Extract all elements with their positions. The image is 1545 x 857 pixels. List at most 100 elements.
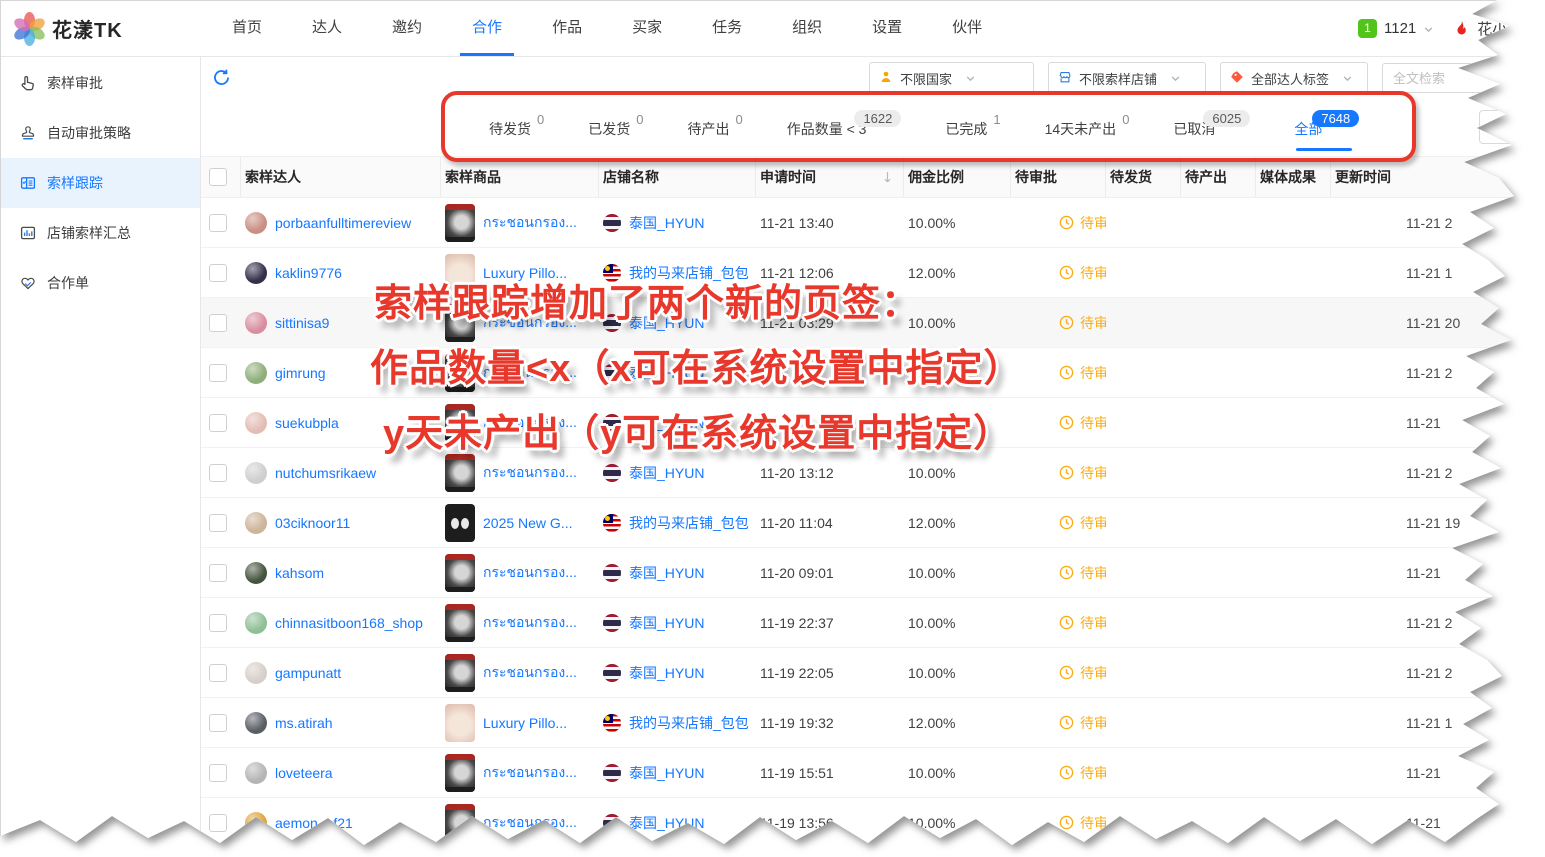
shop-link[interactable]: 泰国_HYUN bbox=[629, 313, 704, 333]
balance-count[interactable]: 1121 bbox=[1384, 20, 1416, 37]
product-link[interactable]: กระชอนกรอง... bbox=[483, 412, 577, 434]
row-checkbox[interactable] bbox=[209, 664, 227, 682]
filter-dropdown-不限索样店铺[interactable]: 不限索样店铺 bbox=[1048, 62, 1206, 94]
product-link[interactable]: Luxury Pillo... bbox=[483, 715, 567, 731]
shop-link[interactable]: 我的马来店铺_包包 bbox=[629, 263, 749, 283]
product-link[interactable]: กระชอนกรอง... bbox=[483, 612, 577, 634]
product-link[interactable]: Luxury Pillo... bbox=[483, 265, 567, 281]
nav-item-达人[interactable]: 达人 bbox=[312, 0, 342, 56]
shop-link[interactable]: 泰国_HYUN bbox=[629, 613, 704, 633]
tab-已发货[interactable]: 已发货0 bbox=[588, 101, 643, 156]
select-all-checkbox[interactable] bbox=[209, 168, 227, 186]
row-checkbox[interactable] bbox=[209, 814, 227, 832]
creator-link[interactable]: nutchumsrikaew bbox=[275, 465, 376, 481]
creator-link[interactable]: sittinisa9 bbox=[275, 315, 329, 331]
shop-link[interactable]: 泰国_HYUN bbox=[629, 663, 704, 683]
shop-link[interactable]: 泰国_HYUN bbox=[629, 463, 704, 483]
sort-descending-icon[interactable] bbox=[882, 171, 893, 184]
refresh-icon[interactable] bbox=[212, 68, 231, 87]
creator-link[interactable]: porbaanfulltimereview bbox=[275, 215, 411, 231]
product-link[interactable]: 2025 New G... bbox=[483, 515, 573, 531]
creator-link[interactable]: chinnasitboon168_shop bbox=[275, 615, 423, 631]
tab-14天未产出[interactable]: 14天未产出0 bbox=[1045, 101, 1130, 156]
nav-item-首页[interactable]: 首页 bbox=[232, 0, 262, 56]
shop-link[interactable]: 泰国_HYUN bbox=[629, 413, 704, 433]
tab-已完成[interactable]: 已完成1 bbox=[945, 101, 1000, 156]
product-link[interactable]: กระชอนกรอง... bbox=[483, 762, 577, 784]
creator-link[interactable]: gimrung bbox=[275, 365, 326, 381]
product-link[interactable]: กระชอนกรอง... bbox=[483, 362, 577, 384]
nav-item-邀约[interactable]: 邀约 bbox=[392, 0, 422, 56]
search-icon[interactable] bbox=[1525, 71, 1539, 90]
status-cell: 待审批 bbox=[1011, 648, 1106, 697]
nav-item-合作[interactable]: 合作 bbox=[472, 0, 502, 56]
row-checkbox[interactable] bbox=[209, 764, 227, 782]
product-link[interactable]: กระชอนกรอง... bbox=[483, 562, 577, 584]
tab-count-badge: 1 bbox=[993, 112, 1000, 127]
nav-item-伙伴[interactable]: 伙伴 bbox=[952, 0, 982, 56]
sidebar-item-店铺索样汇总[interactable]: 店铺索样汇总 bbox=[0, 208, 200, 258]
row-checkbox[interactable] bbox=[209, 314, 227, 332]
creator-cell: nutchumsrikaew bbox=[241, 448, 441, 497]
product-link[interactable]: กระชอนกรอง... bbox=[483, 312, 577, 334]
notification-count-badge[interactable]: 1 bbox=[1358, 19, 1377, 38]
product-link[interactable]: กระชอนกรอง... bbox=[483, 812, 577, 834]
sidebar-item-索样跟踪[interactable]: 索样跟踪 bbox=[0, 158, 200, 208]
shop-link[interactable]: 我的马来店铺_包包 bbox=[629, 713, 749, 733]
product-cell: กระชอนกรอง... bbox=[441, 398, 599, 447]
row-checkbox[interactable] bbox=[209, 364, 227, 382]
creator-link[interactable]: suekubpla bbox=[275, 415, 339, 431]
column-header-label: 待发货 bbox=[1110, 167, 1152, 187]
filter-dropdown-不限国家[interactable]: 不限国家 bbox=[869, 62, 1034, 94]
nav-item-设置[interactable]: 设置 bbox=[872, 0, 902, 56]
to-produce-cell bbox=[1181, 298, 1256, 347]
row-checkbox[interactable] bbox=[209, 564, 227, 582]
sidebar-item-索样审批[interactable]: 索样审批 bbox=[0, 58, 200, 108]
status-badge: 待审批 bbox=[1080, 713, 1106, 733]
row-checkbox[interactable] bbox=[209, 414, 227, 432]
search-box bbox=[1382, 63, 1519, 93]
tab-待发货[interactable]: 待发货0 bbox=[489, 101, 544, 156]
shop-link[interactable]: 泰国_HYUN bbox=[629, 763, 704, 783]
product-link[interactable]: กระชอนกรอง... bbox=[483, 212, 577, 234]
row-checkbox[interactable] bbox=[209, 714, 227, 732]
row-checkbox[interactable] bbox=[209, 614, 227, 632]
row-checkbox[interactable] bbox=[209, 464, 227, 482]
chevron-down-icon[interactable] bbox=[1423, 24, 1434, 35]
row-checkbox[interactable] bbox=[209, 214, 227, 232]
creator-link[interactable]: aemon_af21 bbox=[275, 815, 353, 831]
row-checkbox[interactable] bbox=[209, 514, 227, 532]
creator-link[interactable]: 03ciknoor11 bbox=[275, 515, 350, 531]
nav-item-组织[interactable]: 组织 bbox=[792, 0, 822, 56]
creator-link[interactable]: kahsom bbox=[275, 565, 324, 581]
user-name[interactable]: 花小漾 bbox=[1477, 18, 1522, 39]
tab-作品数量 < 3[interactable]: 作品数量 < 31622 bbox=[787, 101, 902, 156]
status-cell: 待审批 bbox=[1011, 798, 1106, 847]
sidebar-item-自动审批策略[interactable]: 自动审批策略 bbox=[0, 108, 200, 158]
row-checkbox[interactable] bbox=[209, 264, 227, 282]
shop-link[interactable]: 泰国_HYUN bbox=[629, 213, 704, 233]
shop-link[interactable]: 泰国_HYUN bbox=[629, 813, 704, 833]
tab-全部[interactable]: 全部7648 bbox=[1294, 101, 1359, 156]
to-produce-cell bbox=[1181, 398, 1256, 447]
search-input[interactable] bbox=[1382, 63, 1519, 93]
column-settings-button[interactable]: 手 bbox=[1479, 110, 1545, 144]
shop-link[interactable]: 我的马来店铺_包包 bbox=[629, 513, 749, 533]
product-link[interactable]: กระชอนกรอง... bbox=[483, 462, 577, 484]
tab-已取消[interactable]: 已取消6025 bbox=[1173, 101, 1250, 156]
creator-link[interactable]: ms.atirah bbox=[275, 715, 333, 731]
creator-link[interactable]: loveteera bbox=[275, 765, 333, 781]
filter-dropdown-全部达人标签[interactable]: 全部达人标签 bbox=[1220, 62, 1368, 94]
shop-link[interactable]: 泰国_HYUN bbox=[629, 563, 704, 583]
product-link[interactable]: กระชอนกรอง... bbox=[483, 662, 577, 684]
nav-item-任务[interactable]: 任务 bbox=[712, 0, 742, 56]
creator-cell: 03ciknoor11 bbox=[241, 498, 441, 547]
nav-item-买家[interactable]: 买家 bbox=[632, 0, 662, 56]
creator-link[interactable]: gampunatt bbox=[275, 665, 341, 681]
tab-待产出[interactable]: 待产出0 bbox=[687, 101, 742, 156]
nav-item-作品[interactable]: 作品 bbox=[552, 0, 582, 56]
shop-link[interactable]: 泰国_HYUN bbox=[629, 363, 704, 383]
creator-link[interactable]: kaklin9776 bbox=[275, 265, 342, 281]
sidebar-item-合作单[interactable]: 合作单 bbox=[0, 258, 200, 308]
to-produce-cell bbox=[1181, 448, 1256, 497]
